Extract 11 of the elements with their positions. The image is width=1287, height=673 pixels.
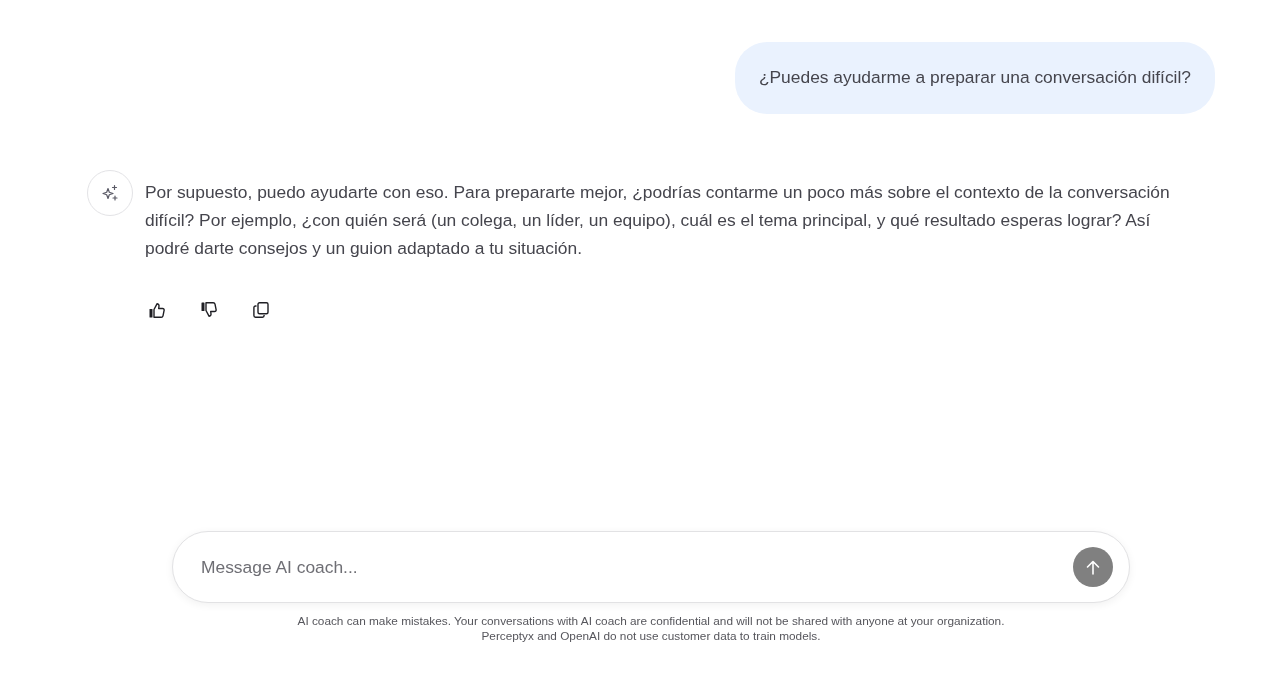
assistant-message: Por supuesto, puedo ayudarte con eso. Para prepararte mejor, ¿podrías contarme un poco más sobre el contexto de la conversación difícil? Por ejemplo, ¿con quién será (un colega, un líder, un equipo), cuál es el tema principal, y qué resultado esperas lograr? Así podré darte consejos y un guion adaptado a tu situación. — [145, 181, 1171, 260]
message-input[interactable]: Message AI coach... — [201, 547, 1061, 587]
user-message: ¿Puedes ayudarme a preparar una conversación difícil? — [734, 42, 1215, 114]
arrow-up-icon — [1086, 559, 1100, 575]
disclaimer-text: Perceptyx and OpenAI do not use customer data to train models. — [481, 629, 821, 644]
thumbs-up-icon — [149, 302, 165, 318]
disclaimer-text: AI coach can make mistakes. Your conversations with AI coach are confidential and will not be shared with anyone at your organization. — [297, 614, 1005, 629]
message-box[interactable]: Message AI coach... — [172, 531, 1130, 603]
thumbs-down-icon — [201, 302, 217, 318]
copy-icon — [253, 302, 269, 318]
sparkle-avatar-icon — [87, 170, 133, 216]
